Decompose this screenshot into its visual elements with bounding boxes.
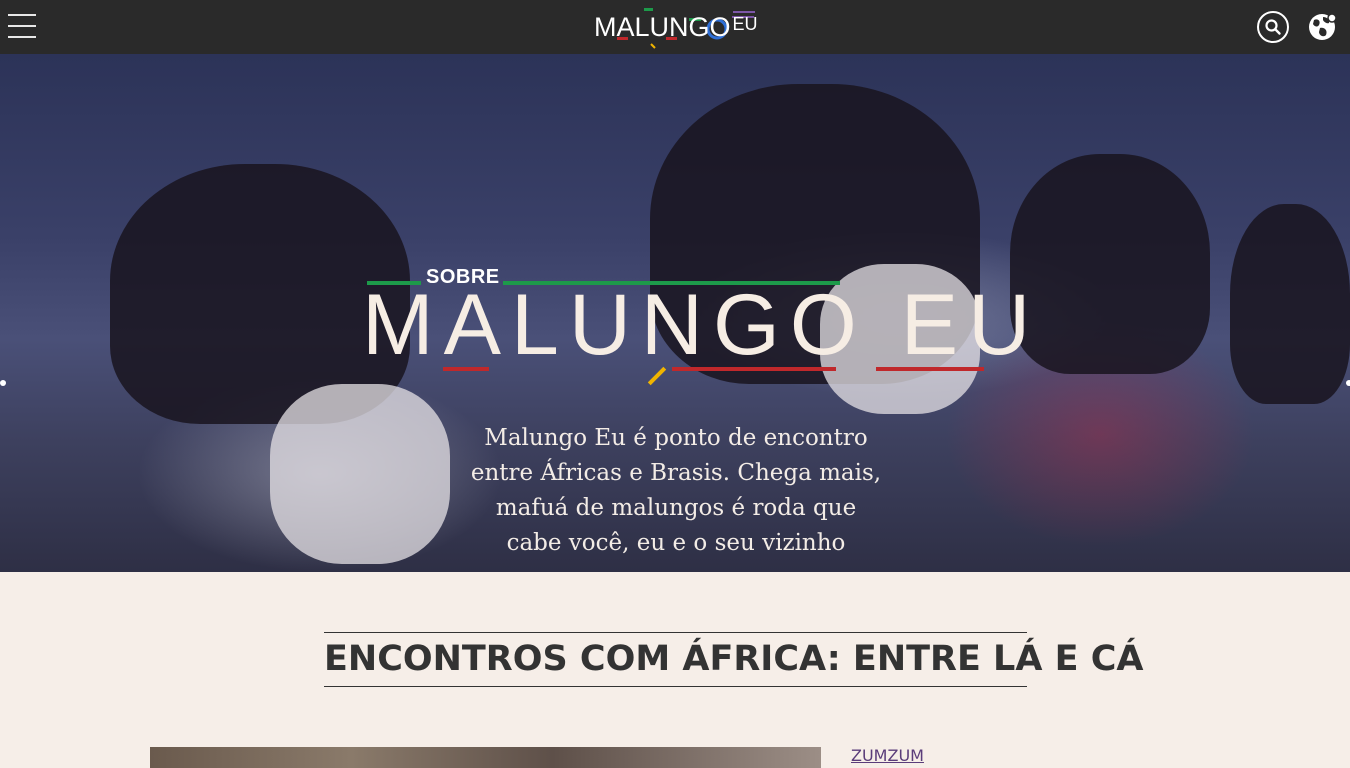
- hero-description: Malungo Eu é ponto de encontro entre Áfr…: [470, 425, 882, 556]
- hero-figure: [1230, 204, 1350, 404]
- article-category-link[interactable]: ZUMZUM: [851, 746, 924, 765]
- slider-next-dot[interactable]: [1346, 380, 1350, 386]
- search-button[interactable]: [1257, 11, 1289, 43]
- hero-banner: SOBRE MALUNGO EU Malungo Eu é ponto de e…: [0, 54, 1350, 572]
- site-logo[interactable]: MALUNGO EU: [594, 4, 758, 50]
- section-heading: ENCONTROS COM ÁFRICA: ENTRE LÁ E CÁ: [324, 632, 1144, 687]
- search-icon: [1265, 19, 1281, 35]
- article-thumbnail[interactable]: [150, 747, 821, 768]
- hero-accent-line: [876, 367, 984, 371]
- top-navigation-bar: MALUNGO EU: [0, 0, 1350, 54]
- logo-wordmark: MALUNGO: [594, 12, 731, 42]
- logo-suffix: EU: [732, 11, 758, 34]
- language-button[interactable]: [1306, 11, 1338, 43]
- slider-prev-dot[interactable]: [0, 380, 6, 386]
- hero-cloth: [270, 384, 450, 564]
- hero-accent-line: [443, 367, 489, 371]
- hero-title: MALUNGO EU: [362, 277, 1041, 373]
- hero-accent-line: [672, 367, 836, 371]
- hamburger-menu-icon[interactable]: [8, 14, 36, 40]
- globe-icon: [1309, 13, 1337, 40]
